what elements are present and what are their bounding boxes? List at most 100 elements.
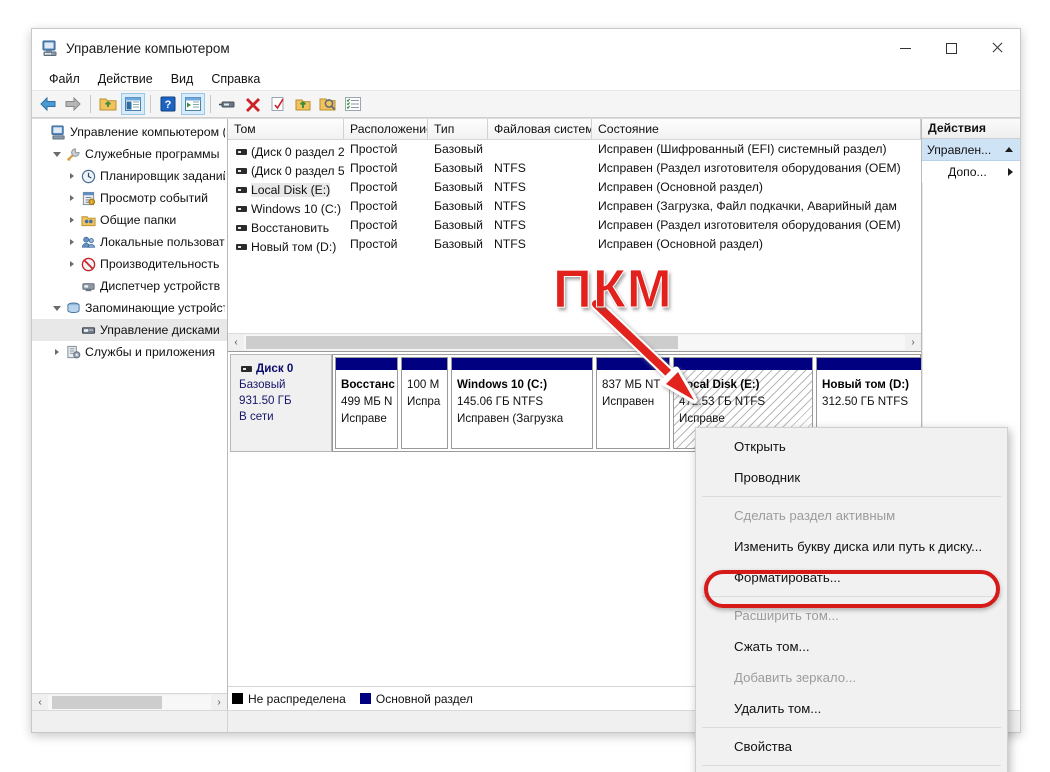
volume-icon [236, 206, 247, 212]
volume-column-header-4[interactable]: Состояние [592, 119, 921, 139]
maximize-button[interactable] [928, 29, 974, 67]
menu-help[interactable]: Справка [202, 70, 269, 88]
volume-scroll-right-arrow[interactable]: › [905, 335, 921, 350]
chevron-right-icon[interactable] [64, 239, 80, 245]
show-console-icon[interactable] [181, 93, 205, 115]
volume-list-horizontal-scrollbar[interactable]: ‹ › [228, 333, 921, 351]
tree-item-7[interactable]: Диспетчер устройств [32, 275, 227, 297]
partition-context-menu[interactable]: ОткрытьПроводникСделать раздел активнымИ… [695, 427, 1008, 772]
clock-icon [80, 169, 97, 184]
volume-scroll-left-arrow[interactable]: ‹ [228, 335, 244, 350]
tree-scroll-thumb[interactable] [52, 696, 162, 709]
context-menu-item[interactable]: Открыть [696, 431, 1007, 462]
volume-row[interactable]: Local Disk (E:)ПростойБазовыйNTFSИсправе… [228, 180, 921, 199]
tree-item-1[interactable]: Служебные программы [32, 143, 227, 165]
volume-layout-cell: Простой [344, 180, 428, 199]
tree-horizontal-scrollbar[interactable]: ‹ › [32, 693, 227, 710]
volume-row[interactable]: ВосстановитьПростойБазовыйNTFSИсправен (… [228, 218, 921, 237]
right-caret-icon[interactable] [1008, 168, 1013, 176]
chevron-down-icon[interactable] [49, 152, 65, 157]
context-menu-item[interactable]: Удалить том... [696, 693, 1007, 724]
context-menu-item[interactable]: Сжать том... [696, 631, 1007, 662]
partition-block[interactable]: 100 МИспра [401, 357, 448, 449]
partition-size: 100 М [407, 376, 442, 393]
delete-icon[interactable] [241, 93, 265, 115]
context-menu-item[interactable]: Изменить букву диска или путь к диску... [696, 531, 1007, 562]
partition-block[interactable]: 837 МБ NTИсправен [596, 357, 670, 449]
up-folder-icon[interactable] [96, 93, 120, 115]
volume-column-header-3[interactable]: Файловая система [488, 119, 592, 139]
partition-color-bar [452, 358, 592, 370]
tree-item-10[interactable]: Службы и приложения [32, 341, 227, 363]
context-menu-item[interactable]: Свойства [696, 731, 1007, 762]
volume-scroll-thumb[interactable] [246, 336, 678, 349]
context-menu-item[interactable]: Проводник [696, 462, 1007, 493]
search-icon[interactable] [316, 93, 340, 115]
chevron-right-icon[interactable] [64, 173, 80, 179]
back-icon[interactable] [36, 93, 60, 115]
tree-item-6[interactable]: Производительность [32, 253, 227, 275]
tree-scroll-track[interactable] [48, 695, 211, 710]
volume-name-label: (Диск 0 раздел 2) [251, 145, 344, 159]
show-tree-icon[interactable] [121, 93, 145, 115]
volume-list-rows[interactable]: (Диск 0 раздел 2)ПростойБазовыйИсправен … [228, 140, 921, 333]
console-tree[interactable]: Управление компьютером (л Служебные прогр… [32, 119, 227, 693]
tree-item-label: Запоминающие устройст [85, 301, 225, 315]
properties-icon[interactable] [266, 93, 290, 115]
tree-scroll-left-arrow[interactable]: ‹ [32, 695, 48, 710]
volume-row[interactable]: Windows 10 (C:)ПростойБазовыйNTFSИсправе… [228, 199, 921, 218]
volume-row[interactable]: (Диск 0 раздел 2)ПростойБазовыйИсправен … [228, 142, 921, 161]
volume-icon [236, 149, 247, 155]
actions-group-header[interactable]: Управлен... [922, 139, 1020, 161]
list-icon[interactable] [341, 93, 365, 115]
performance-icon [80, 257, 97, 272]
volume-row[interactable]: (Диск 0 раздел 5)ПростойБазовыйNTFSИспра… [228, 161, 921, 180]
tree-item-8[interactable]: Запоминающие устройст [32, 297, 227, 319]
export-icon[interactable] [291, 93, 315, 115]
close-button[interactable] [974, 29, 1020, 67]
tree-item-0[interactable]: Управление компьютером (л [32, 121, 227, 143]
partition-name: Новый том (D:) [822, 376, 921, 393]
tree-scroll-right-arrow[interactable]: › [211, 695, 227, 710]
chevron-right-icon[interactable] [64, 261, 80, 267]
menu-file[interactable]: Файл [40, 70, 89, 88]
chevron-right-icon[interactable] [64, 217, 80, 223]
tree-item-label: Служебные программы [85, 147, 219, 161]
menu-action[interactable]: Действие [89, 70, 162, 88]
twisty-glyph [70, 261, 74, 267]
chevron-down-icon[interactable] [49, 306, 65, 311]
menu-view[interactable]: Вид [162, 70, 203, 88]
volume-column-header-1[interactable]: Расположение [344, 119, 428, 139]
minimize-button[interactable] [882, 29, 928, 67]
partition-status: Исправен (Загрузка [457, 410, 587, 427]
disk-title-label: Диск 0 [256, 361, 293, 377]
volume-icon [236, 187, 247, 193]
volume-name-cell: Local Disk (E:) [228, 180, 344, 199]
rescan-disks-icon[interactable] [216, 93, 240, 115]
actions-more-item[interactable]: Допо... [922, 161, 1020, 183]
volume-scroll-track[interactable] [244, 335, 905, 350]
volume-column-header-0[interactable]: Том [228, 119, 344, 139]
chevron-right-icon[interactable] [64, 195, 80, 201]
partition-status: Исправе [679, 410, 807, 427]
volume-name-label: (Диск 0 раздел 5) [251, 164, 344, 178]
tree-item-3[interactable]: !Просмотр событий [32, 187, 227, 209]
up-caret-icon[interactable] [1005, 147, 1013, 152]
tree-item-2[interactable]: Планировщик заданий [32, 165, 227, 187]
chevron-right-icon[interactable] [49, 349, 65, 355]
volume-column-header-2[interactable]: Тип [428, 119, 488, 139]
disk-info-panel[interactable]: Диск 0 Базовый 931.50 ГБ В сети [230, 354, 332, 452]
partition-block[interactable]: Windows 10 (C:)145.06 ГБ NTFSИсправен (З… [451, 357, 593, 449]
tree-item-9[interactable]: Управление дисками [32, 319, 227, 341]
tree-item-5[interactable]: Локальные пользовате [32, 231, 227, 253]
volume-status-cell: Исправен (Основной раздел) [592, 180, 921, 199]
help-icon[interactable]: ? [156, 93, 180, 115]
forward-icon[interactable] [61, 93, 85, 115]
partition-status: Испра [407, 393, 442, 410]
twisty-glyph [70, 195, 74, 201]
twisty-glyph [53, 306, 61, 311]
tree-item-4[interactable]: Общие папки [32, 209, 227, 231]
volume-row[interactable]: Новый том (D:)ПростойБазовыйNTFSИсправен… [228, 237, 921, 256]
partition-block[interactable]: Восстанс499 МБ NИсправе [335, 357, 398, 449]
context-menu-item[interactable]: Форматировать... [696, 562, 1007, 593]
